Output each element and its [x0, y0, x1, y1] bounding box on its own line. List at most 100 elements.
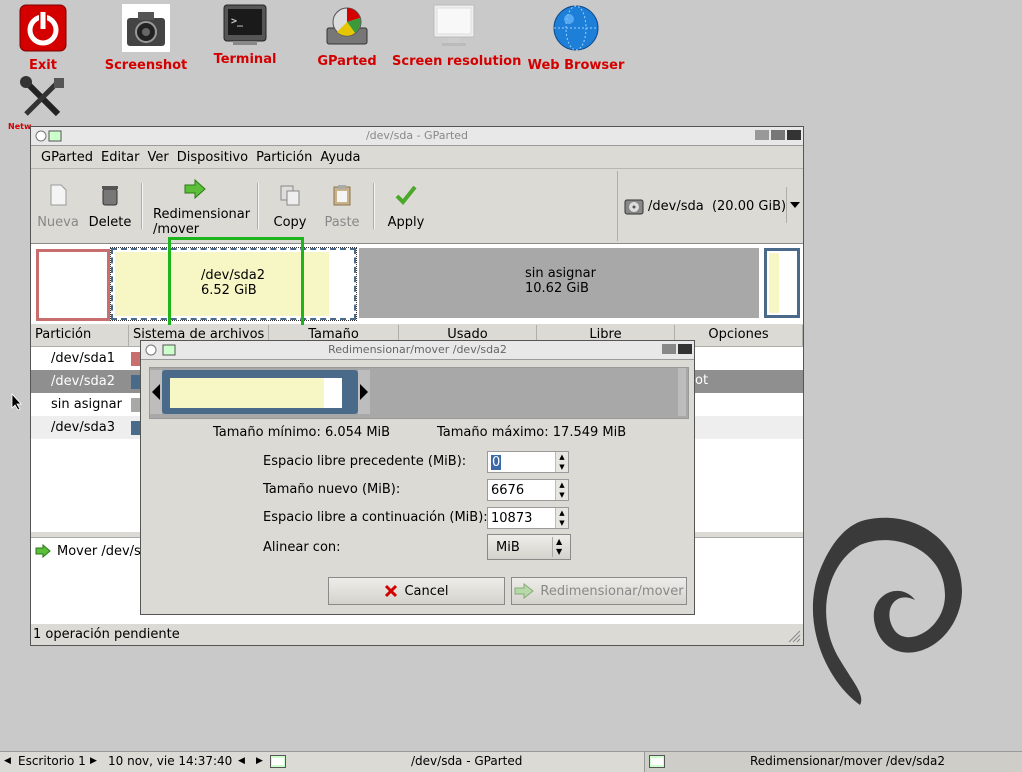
taskbar-task-dialog[interactable]: Redimensionar/mover /dev/sda2: [644, 752, 1022, 772]
partition-block-sda1[interactable]: [36, 249, 110, 321]
workspace-name: Escritorio 1: [18, 754, 86, 768]
menubar: GParted Editar Ver Dispositivo Partición…: [31, 146, 803, 169]
prev-workspace-arrow[interactable]: ◀: [4, 756, 11, 766]
desktop-icon-label: Screen resolution: [392, 54, 522, 69]
free-after-label: Espacio libre a continuación (MiB):: [263, 510, 488, 525]
resize-move-button[interactable]: Redimensionar /mover: [149, 177, 253, 237]
power-icon: [19, 4, 67, 52]
copy-label: Copy: [273, 215, 307, 230]
copy-button[interactable]: Copy: [265, 183, 315, 230]
clock: 10 nov, vie 14:37:40: [108, 754, 233, 768]
align-select[interactable]: MiB ▲ ▼: [487, 534, 571, 560]
new-size-value: 6676: [491, 483, 525, 498]
dialog-title: Redimensionar/mover /dev/sda2: [328, 343, 507, 356]
unalloc-name: sin asignar: [525, 266, 596, 281]
minimize-button[interactable]: [755, 130, 769, 140]
checkmark-icon: [395, 185, 417, 205]
cancel-button[interactable]: Cancel: [328, 577, 505, 605]
resize-label-line1: Redimensionar: [153, 207, 251, 222]
clipboard-icon: [333, 185, 351, 206]
close-button[interactable]: [787, 130, 801, 140]
free-after-input[interactable]: 10873 ▲ ▼: [487, 507, 569, 529]
apply-button[interactable]: Apply: [381, 183, 431, 230]
desktop-icon-screenshot[interactable]: Screenshot: [104, 4, 188, 73]
resize-arrow-icon: [514, 583, 535, 599]
menu-particion[interactable]: Partición: [252, 150, 316, 165]
spin-arrows-icon[interactable]: ▲ ▼: [555, 452, 568, 472]
slider-end-cap: [678, 368, 686, 416]
desktop-icon-gparted[interactable]: GParted: [312, 4, 382, 69]
partition-map: /dev/sda2 6.52 GiB sin asignar 10.62 GiB: [31, 237, 803, 329]
chevron-down-icon: [790, 202, 800, 208]
resize-label-line2: /mover: [153, 222, 200, 237]
dialog-titlebar[interactable]: Redimensionar/mover /dev/sda2: [141, 341, 694, 360]
menu-dispositivo[interactable]: Dispositivo: [173, 150, 252, 165]
desktop-icon-web-browser[interactable]: Web Browser: [526, 4, 626, 73]
spin-arrows-icon[interactable]: ▲ ▼: [555, 508, 568, 528]
partition-handle-region[interactable]: [162, 370, 358, 414]
column-header-particion[interactable]: Partición: [31, 325, 129, 347]
partition-name: /dev/sda1: [51, 351, 115, 366]
toolbar-separator: [141, 183, 143, 229]
menu-ayuda[interactable]: Ayuda: [316, 150, 364, 165]
status-text: 1 operación pendiente: [33, 627, 180, 642]
window-titlebar[interactable]: /dev/sda - GParted: [31, 127, 803, 146]
device-dropdown-arrow[interactable]: [786, 187, 803, 223]
highlight-box: [168, 237, 304, 329]
device-name: /dev/sda: [648, 199, 704, 214]
unalloc-size: 10.62 GiB: [525, 281, 589, 296]
cancel-label: Cancel: [404, 583, 449, 599]
prev-task-arrow[interactable]: ◀: [238, 756, 245, 766]
desktop-icon-label: Web Browser: [527, 58, 625, 73]
partition-name: /dev/sda3: [51, 420, 115, 435]
free-after-value: 10873: [491, 511, 533, 526]
gparted-icon: [326, 7, 368, 45]
delete-button[interactable]: Delete: [85, 183, 135, 230]
menu-editar[interactable]: Editar: [97, 150, 144, 165]
free-before-value: 0: [491, 455, 502, 470]
desktop-icon-network[interactable]: Netw: [8, 76, 76, 131]
mouse-pointer-icon: [11, 393, 22, 411]
free-before-input[interactable]: 0 ▲ ▼: [487, 451, 569, 473]
resize-move-confirm-button[interactable]: Redimensionar/mover: [511, 577, 687, 605]
taskbar-task-dialog-label: Redimensionar/mover /dev/sda2: [750, 754, 945, 768]
device-selector[interactable]: /dev/sda (20.00 GiB): [617, 171, 804, 241]
resize-move-dialog: Redimensionar/mover /dev/sda2 Tamaño mín…: [140, 340, 695, 615]
desktop-icon-terminal[interactable]: >_ Terminal: [210, 4, 280, 67]
globe-icon: [553, 5, 599, 51]
right-resize-handle-icon[interactable]: [358, 370, 370, 414]
desktop-icon-label: Screenshot: [104, 58, 188, 73]
free-before-label: Espacio libre precedente (MiB):: [263, 454, 467, 469]
menu-gparted[interactable]: GParted: [37, 150, 97, 165]
left-resize-handle-icon[interactable]: [150, 370, 162, 414]
dialog-minimize-button[interactable]: [662, 344, 676, 354]
window-icon: [270, 755, 286, 768]
taskbar-task-gparted[interactable]: /dev/sda - GParted: [411, 754, 522, 768]
new-button[interactable]: Nueva: [35, 183, 81, 230]
dialog-close-button[interactable]: [678, 344, 692, 354]
resize-arrow-icon: [184, 178, 206, 200]
partition-name: /dev/sda2: [51, 374, 115, 389]
partition-block-unallocated[interactable]: sin asignar 10.62 GiB: [359, 248, 759, 318]
new-size-label: Tamaño nuevo (MiB):: [263, 482, 401, 497]
next-workspace-arrow[interactable]: ▶: [90, 756, 97, 766]
resize-grip-icon[interactable]: [787, 629, 801, 643]
resize-move-confirm-label: Redimensionar/mover: [540, 583, 684, 599]
new-size-input[interactable]: 6676 ▲ ▼: [487, 479, 569, 501]
window-title: /dev/sda - GParted: [365, 129, 469, 142]
menu-ver[interactable]: Ver: [144, 150, 173, 165]
svg-text:>_: >_: [231, 16, 244, 27]
taskbar: ◀ Escritorio 1 ▶ 10 nov, vie 14:37:40 ◀ …: [0, 751, 1022, 772]
device-size: (20.00 GiB): [711, 199, 787, 214]
maximize-button[interactable]: [771, 130, 785, 140]
desktop-icon-exit[interactable]: Exit: [18, 4, 68, 73]
partition-block-sda3[interactable]: [764, 248, 800, 318]
paste-button[interactable]: Paste: [317, 183, 367, 230]
toolbar-separator: [373, 183, 375, 229]
new-file-icon: [50, 184, 67, 206]
resize-slider[interactable]: [149, 367, 689, 419]
harddisk-icon: [624, 199, 644, 215]
spin-arrows-icon[interactable]: ▲ ▼: [555, 480, 568, 500]
desktop-icon-screen-resolution[interactable]: Screen resolution: [392, 4, 522, 69]
next-task-arrow[interactable]: ▶: [256, 756, 263, 766]
